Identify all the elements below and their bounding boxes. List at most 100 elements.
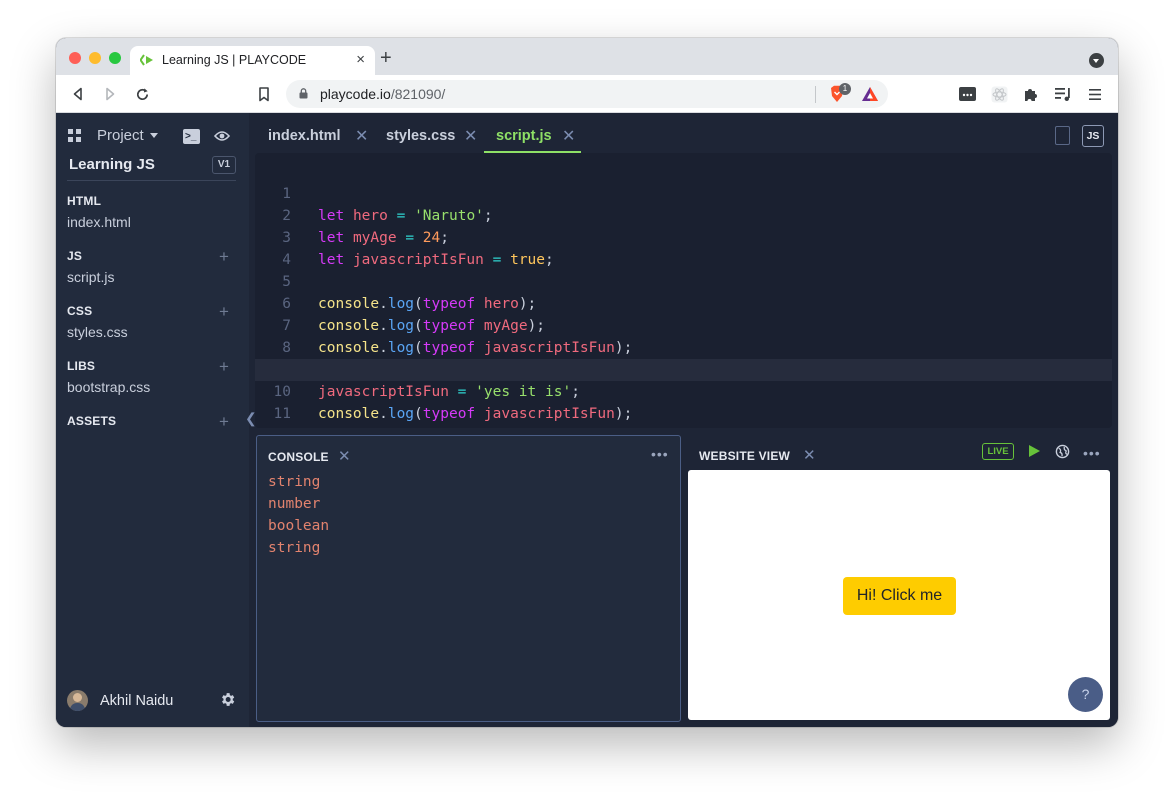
reload-icon: [136, 87, 148, 100]
address-bar-divider: [815, 86, 816, 103]
globe-icon[interactable]: [1055, 444, 1070, 459]
browser-tab-title: Learning JS | PLAYCODE: [162, 53, 307, 67]
eye-icon[interactable]: [214, 130, 230, 142]
close-tab-index-html-button[interactable]: ✕: [355, 126, 368, 146]
url-host: playcode.io: [320, 86, 391, 102]
console-panel: CONSOLE ✕ ••• string number boolean stri…: [256, 435, 681, 722]
react-devtools-icon: [991, 86, 1007, 102]
back-arrow-icon: [73, 87, 82, 101]
grid-icon: [68, 129, 81, 142]
play-icon[interactable]: [1029, 445, 1040, 457]
new-tab-button[interactable]: +: [380, 48, 392, 68]
add-css-button[interactable]: +: [219, 303, 229, 320]
code-line: 2 let myAge = 24;: [255, 183, 1112, 246]
browser-toolbar: playcode.io/821090/ 1: [56, 75, 1118, 113]
tab-search-icon[interactable]: [1089, 53, 1104, 68]
tab-index-html[interactable]: index.html: [268, 128, 341, 144]
code-line: 6 console.log(typeof myAge);: [255, 271, 1112, 334]
console-title: CONSOLE: [268, 450, 329, 464]
minimize-window-button[interactable]: [89, 52, 101, 64]
bookmark-icon: [259, 86, 269, 101]
code-line: 5 console.log(typeof hero);: [255, 249, 1112, 312]
code-line: 3 let javascriptIsFun = true;: [255, 205, 1112, 268]
forward-arrow-icon: [106, 87, 115, 101]
section-label-js: JS: [67, 249, 83, 263]
preview-click-button[interactable]: Hi! Click me: [843, 577, 956, 615]
forward-button[interactable]: [99, 83, 121, 105]
close-website-view-button[interactable]: ✕: [803, 446, 816, 464]
help-button[interactable]: ?: [1068, 677, 1103, 712]
terminal-icon[interactable]: >_: [183, 129, 200, 144]
avatar[interactable]: [67, 690, 88, 711]
console-line: string: [268, 474, 321, 490]
code-editor[interactable]: 1 let hero = 'Naruto'; 2 let myAge = 24;…: [255, 153, 1112, 428]
brave-rewards-icon[interactable]: [861, 86, 879, 102]
code-line-active: 10 console.log(typeof javascriptIsFun);: [255, 359, 1112, 422]
add-lib-button[interactable]: +: [219, 358, 229, 375]
react-devtools-button[interactable]: [988, 83, 1010, 105]
url-text: playcode.io/821090/: [320, 86, 445, 102]
editor-tab-bar: index.html ✕ styles.css ✕ script.js ✕ JS: [255, 113, 1118, 153]
gear-icon[interactable]: [219, 691, 236, 708]
close-tab-styles-css-button[interactable]: ✕: [464, 126, 477, 146]
website-preview: Hi! Click me ?: [688, 470, 1110, 720]
live-badge[interactable]: LIVE: [982, 443, 1014, 460]
extensions-button[interactable]: [1020, 83, 1042, 105]
media-queue-icon: [1054, 87, 1070, 101]
address-bar[interactable]: playcode.io/821090/ 1: [286, 80, 888, 108]
version-badge[interactable]: V1: [212, 156, 236, 174]
console-line: boolean: [268, 518, 330, 534]
back-button[interactable]: [67, 83, 89, 105]
playcode-favicon-icon: [140, 54, 153, 66]
browser-tab-strip: Learning JS | PLAYCODE × +: [56, 38, 1118, 75]
user-name[interactable]: Akhil Naidu: [100, 693, 173, 709]
code-line: 11: [255, 381, 1112, 422]
project-title: Learning JS: [69, 156, 155, 173]
line-number: 11: [273, 406, 291, 422]
browser-window: Learning JS | PLAYCODE × + playcode.io/8…: [56, 38, 1118, 727]
playcode-app: Project >_ Learning JS V1 HTML index.htm…: [56, 113, 1118, 727]
bookmark-button[interactable]: [253, 83, 275, 105]
extension-button[interactable]: [956, 83, 978, 105]
console-line: number: [268, 496, 321, 512]
tab-styles-css[interactable]: styles.css: [386, 128, 455, 144]
project-menu-label: Project: [97, 127, 144, 144]
website-view-menu-button[interactable]: •••: [1083, 445, 1101, 461]
url-path: /821090/: [390, 86, 446, 102]
project-menu[interactable]: Project: [68, 127, 158, 144]
code-line: 8: [255, 315, 1112, 356]
file-item-bootstrap-css[interactable]: bootstrap.css: [67, 379, 150, 395]
browser-menu-button[interactable]: [1084, 83, 1106, 105]
lock-icon: [299, 88, 308, 99]
code-line: 1 let hero = 'Naruto';: [255, 161, 1112, 224]
tab-script-js[interactable]: script.js: [496, 128, 552, 144]
code-line: 7 console.log(typeof javascriptIsFun);: [255, 293, 1112, 356]
document-icon[interactable]: [1055, 126, 1070, 145]
maximize-window-button[interactable]: [109, 52, 121, 64]
section-label-libs: LIBS: [67, 359, 96, 373]
browser-tab-close-button[interactable]: ×: [356, 51, 365, 68]
code-line: 9 javascriptIsFun = 'yes it is';: [255, 337, 1112, 400]
close-window-button[interactable]: [69, 52, 81, 64]
reload-button[interactable]: [131, 83, 153, 105]
section-label-assets: ASSETS: [67, 414, 117, 428]
file-item-styles-css[interactable]: styles.css: [67, 324, 128, 340]
chevron-down-icon: [149, 133, 158, 138]
file-item-index-html[interactable]: index.html: [67, 214, 131, 230]
console-menu-button[interactable]: •••: [651, 446, 669, 462]
close-console-button[interactable]: ✕: [338, 447, 351, 465]
add-js-button[interactable]: +: [219, 248, 229, 265]
hamburger-menu-icon: [1089, 88, 1101, 100]
puzzle-icon: [1024, 88, 1037, 101]
code-line: 4: [255, 227, 1112, 268]
close-tab-script-js-button[interactable]: ✕: [562, 126, 575, 146]
media-controls-button[interactable]: [1052, 83, 1074, 105]
section-label-css: CSS: [67, 304, 93, 318]
file-item-script-js[interactable]: script.js: [67, 269, 114, 285]
console-line: string: [268, 540, 321, 556]
add-asset-button[interactable]: +: [219, 413, 229, 430]
browser-tab[interactable]: Learning JS | PLAYCODE ×: [130, 46, 375, 75]
language-badge[interactable]: JS: [1082, 125, 1104, 147]
extension-dots-icon: [958, 87, 976, 101]
sidebar-divider: [67, 180, 236, 181]
